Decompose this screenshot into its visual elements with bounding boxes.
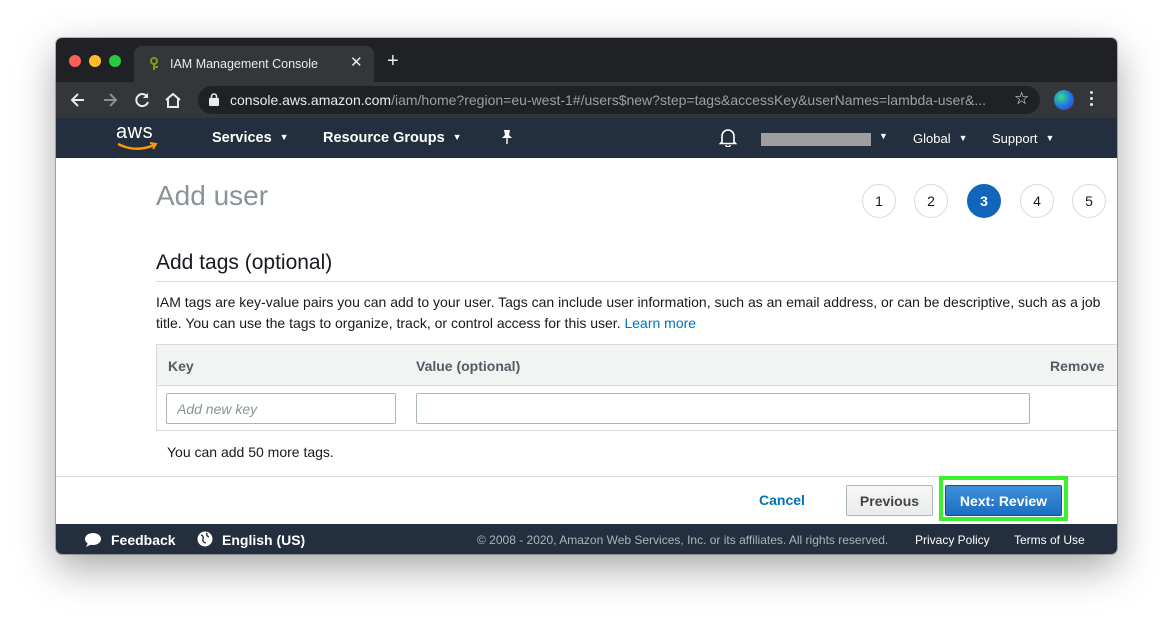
chevron-down-icon: ▼: [452, 132, 462, 142]
url-text: console.aws.amazon.com/iam/home?region=e…: [230, 92, 986, 108]
wizard-actions: Cancel Previous Next: Review: [56, 476, 1117, 524]
aws-top-nav: aws Services ▼ Resource Groups ▼ ▼ Global ▼…: [56, 118, 1117, 158]
learn-more-link[interactable]: Learn more: [624, 315, 696, 331]
tag-value-input[interactable]: [416, 393, 1030, 424]
language-selector[interactable]: English (US): [222, 532, 305, 548]
cancel-button[interactable]: Cancel: [759, 492, 805, 508]
column-header-remove: Remove: [1050, 358, 1105, 374]
browser-tab[interactable]: IAM Management Console ✕: [134, 46, 374, 82]
lock-icon: [209, 93, 219, 106]
page-title: Add user: [156, 180, 269, 211]
step-5[interactable]: 5: [1072, 184, 1106, 218]
home-icon[interactable]: [163, 90, 183, 110]
section-title: Add tags (optional): [156, 251, 333, 274]
tags-table: Key Value (optional) Remove: [156, 344, 1117, 431]
iam-favicon-icon: [150, 57, 158, 70]
step-4[interactable]: 4: [1020, 184, 1054, 218]
tag-key-input[interactable]: [166, 393, 396, 424]
table-header: Key Value (optional) Remove: [157, 345, 1117, 386]
forward-arrow-icon[interactable]: [100, 90, 120, 110]
chevron-down-icon[interactable]: ▼: [879, 131, 888, 141]
terms-of-use-link[interactable]: Terms of Use: [1014, 533, 1085, 547]
chevron-down-icon: ▼: [1045, 133, 1055, 143]
new-tab-icon[interactable]: +: [387, 51, 399, 71]
aws-smile-icon: [117, 142, 158, 150]
column-header-key: Key: [168, 358, 194, 374]
step-1[interactable]: 1: [862, 184, 896, 218]
services-menu[interactable]: Services ▼: [212, 130, 289, 146]
feedback-link[interactable]: Feedback: [111, 532, 176, 548]
chevron-down-icon: ▼: [958, 133, 968, 143]
notifications-bell-icon[interactable]: [719, 128, 737, 147]
account-menu-redacted[interactable]: [761, 133, 871, 146]
copyright-text: © 2008 - 2020, Amazon Web Services, Inc.…: [477, 533, 889, 547]
main-content: Add user 1 2 3 4 5 Add tags (optional) I…: [56, 158, 1117, 477]
privacy-policy-link[interactable]: Privacy Policy: [915, 533, 990, 547]
tab-strip: IAM Management Console ✕ +: [56, 38, 1117, 82]
bookmark-star-icon[interactable]: ☆: [1014, 89, 1029, 109]
tags-description: IAM tags are key-value pairs you can add…: [156, 294, 1101, 331]
profile-extension-icon[interactable]: [1054, 90, 1074, 110]
feedback-bubble-icon: [85, 533, 101, 547]
back-arrow-icon[interactable]: [68, 90, 88, 110]
aws-logo[interactable]: aws: [116, 121, 160, 153]
maximize-window-button[interactable]: [109, 55, 121, 67]
region-menu[interactable]: Global ▼: [913, 131, 968, 146]
chevron-down-icon: ▼: [279, 132, 289, 142]
close-window-button[interactable]: [69, 55, 81, 67]
resource-groups-menu[interactable]: Resource Groups ▼: [323, 130, 462, 146]
minimize-window-button[interactable]: [89, 55, 101, 67]
remaining-tags-text: You can add 50 more tags.: [167, 444, 334, 460]
column-header-value: Value (optional): [416, 358, 521, 374]
tab-close-icon[interactable]: ✕: [350, 55, 363, 71]
section-divider: [156, 281, 1117, 282]
browser-window: IAM Management Console ✕ + console.aws.a…: [56, 38, 1117, 554]
previous-button[interactable]: Previous: [846, 485, 933, 516]
next-review-button[interactable]: Next: Review: [945, 485, 1062, 516]
address-bar[interactable]: console.aws.amazon.com/iam/home?region=e…: [198, 86, 1040, 114]
tab-title: IAM Management Console: [170, 57, 318, 71]
console-footer: Feedback English (US) © 2008 - 2020, Ama…: [56, 524, 1117, 554]
reload-icon[interactable]: [132, 90, 152, 110]
browser-menu-icon[interactable]: [1090, 91, 1094, 109]
pin-icon[interactable]: [500, 129, 514, 145]
step-2[interactable]: 2: [914, 184, 948, 218]
globe-icon: [197, 531, 213, 547]
step-3-active[interactable]: 3: [967, 184, 1001, 218]
browser-toolbar: console.aws.amazon.com/iam/home?region=e…: [56, 82, 1117, 118]
support-menu[interactable]: Support ▼: [992, 131, 1054, 146]
